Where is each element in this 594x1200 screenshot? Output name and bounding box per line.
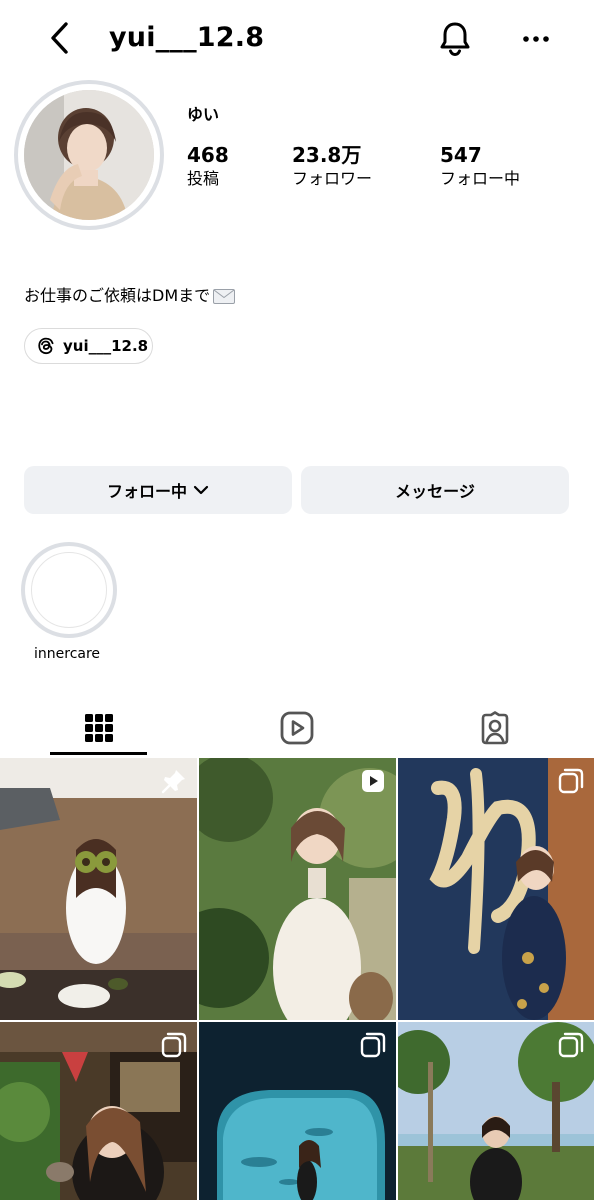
reels-tab[interactable]	[198, 700, 396, 756]
notifications-button[interactable]	[434, 18, 476, 60]
message-button[interactable]: メッセージ	[301, 466, 569, 514]
message-button-label: メッセージ	[395, 482, 475, 501]
followers-count-value: 23.8万	[292, 143, 362, 167]
following-count-value: 547	[440, 143, 482, 167]
grid-icon	[85, 714, 113, 742]
following-button-label: フォロー中	[106, 482, 187, 501]
pin-icon	[161, 770, 185, 794]
story-highlight[interactable]	[21, 542, 117, 638]
post-image-3	[398, 758, 594, 1020]
following-count[interactable]: 547 フォロー中	[440, 142, 520, 190]
carousel-icon	[558, 768, 584, 794]
bio-text: お仕事のご依頼はDMまで	[24, 286, 211, 305]
following-count-label: フォロー中	[440, 169, 521, 188]
play-icon	[362, 770, 384, 792]
posts-count-label: 投稿	[187, 169, 220, 188]
top-bar: yui___12.8	[0, 0, 594, 78]
bell-icon	[440, 22, 470, 57]
following-button[interactable]: フォロー中	[24, 466, 292, 514]
threads-icon	[38, 337, 54, 354]
post-tile-5[interactable]	[199, 1022, 396, 1200]
followers-count-label: フォロワー	[292, 169, 373, 188]
posts-grid	[0, 758, 594, 1200]
post-tile-1[interactable]	[0, 758, 197, 1020]
post-tile-4[interactable]	[0, 1022, 197, 1200]
threads-link[interactable]: yui___12.8	[24, 328, 153, 364]
threads-handle: yui___12.8	[63, 337, 149, 355]
chevron-down-icon	[193, 485, 209, 495]
highlight-cover	[31, 552, 107, 628]
carousel-icon	[360, 1032, 386, 1058]
grid-tab[interactable]	[0, 700, 198, 756]
highlight-label: innercare	[34, 646, 101, 662]
post-tile-6[interactable]	[398, 1022, 594, 1200]
post-image-2	[199, 758, 396, 1020]
active-tab-indicator	[50, 752, 147, 755]
followers-count[interactable]: 23.8万 フォロワー	[292, 142, 372, 190]
back-button[interactable]	[40, 18, 80, 58]
more-horizontal-icon	[523, 36, 549, 42]
profile-bio: お仕事のご依頼はDMまで	[24, 284, 236, 308]
more-options-button[interactable]	[514, 18, 558, 60]
post-tile-2[interactable]	[199, 758, 396, 1020]
posts-count[interactable]: 468 投稿	[187, 142, 229, 190]
display-name: ゆい	[187, 105, 220, 124]
profile-username: yui___12.8	[109, 22, 265, 53]
chevron-left-icon	[51, 22, 68, 54]
carousel-icon	[161, 1032, 187, 1058]
reels-icon	[280, 711, 314, 745]
avatar-photo	[24, 90, 154, 220]
tagged-icon	[481, 711, 509, 745]
envelope-icon	[213, 288, 236, 304]
post-tile-3[interactable]	[398, 758, 594, 1020]
profile-avatar[interactable]	[14, 80, 164, 230]
tagged-tab[interactable]	[396, 700, 594, 756]
carousel-icon	[558, 1032, 584, 1058]
post-image-1	[0, 758, 197, 1020]
posts-count-value: 468	[187, 143, 229, 167]
